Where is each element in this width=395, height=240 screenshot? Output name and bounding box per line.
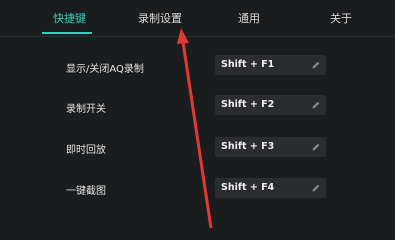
shortcut-field-screenshot[interactable]: Shift + F4 — [215, 178, 326, 198]
shortcut-label-record-toggle: 录制开关 — [66, 104, 106, 115]
pencil-icon[interactable] — [311, 100, 321, 110]
shortcut-key-value: Shift + F1 — [221, 59, 275, 70]
tab-shortcuts[interactable]: 快捷键 — [53, 10, 86, 26]
shortcut-field-record-toggle[interactable]: Shift + F2 — [215, 95, 326, 115]
pencil-icon[interactable] — [311, 60, 321, 70]
shortcut-field-instant-replay[interactable]: Shift + F3 — [215, 137, 326, 157]
pencil-icon[interactable] — [311, 142, 321, 152]
shortcut-key-value: Shift + F3 — [221, 141, 275, 152]
shortcut-label-screenshot: 一键截图 — [66, 186, 106, 197]
shortcut-label-toggle-overlay: 显示/关闭AQ录制 — [66, 64, 144, 75]
shortcut-key-value: Shift + F2 — [221, 99, 275, 110]
shortcut-key-value: Shift + F4 — [221, 182, 275, 193]
pencil-icon[interactable] — [311, 183, 321, 193]
tab-bar: 快捷键 录制设置 通用 关于 — [0, 0, 395, 37]
tab-about[interactable]: 关于 — [330, 10, 352, 26]
tab-general[interactable]: 通用 — [238, 10, 260, 26]
shortcut-label-instant-replay: 即时回放 — [66, 145, 106, 156]
active-tab-indicator — [42, 32, 92, 34]
shortcut-field-toggle-overlay[interactable]: Shift + F1 — [215, 55, 326, 75]
tab-recording-settings[interactable]: 录制设置 — [138, 10, 182, 26]
